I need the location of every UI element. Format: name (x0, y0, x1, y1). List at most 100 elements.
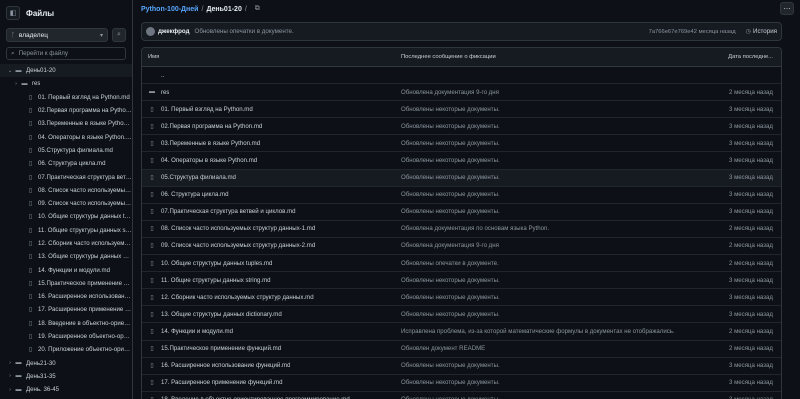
tree-file[interactable]: ▯ 20. Приложение объектно-ориентированног… (0, 343, 132, 356)
table-row[interactable]: ▯ 03.Переменные в языке Python.md Обновлен… (142, 135, 781, 153)
file-name-link[interactable]: 05.Структура филиала.md (161, 174, 236, 181)
file-name-link[interactable]: 11. Общие структуры данных string.md (161, 277, 271, 284)
commit-message-link[interactable]: Обновлены некоторые документы. (401, 123, 721, 130)
table-row[interactable]: ▯ 04. Операторы в языке Python.md Обновлен… (142, 152, 781, 170)
commit-message-link[interactable]: Обновлен документ README (401, 345, 721, 352)
tree-file[interactable]: ▯ 15.Практическое применение функций.md (0, 277, 132, 290)
table-row[interactable]: ▯ 09. Список часто используемых структур … (142, 238, 781, 256)
goto-file-input[interactable]: ⌕ Перейти к файлу (6, 47, 126, 60)
file-name-link[interactable]: 16. Расширенное использование функций.md (161, 362, 290, 369)
file-name-link[interactable]: 01. Первый взгляд на Python.md (161, 106, 253, 113)
table-row[interactable]: ▯ 07.Практическая структура ветвей и цикл… (142, 204, 781, 221)
column-header-message: Последнее сообщение о фиксации (401, 54, 496, 60)
chevron-icon[interactable]: › (6, 387, 14, 393)
tree-file[interactable]: ▯ 18. Введение в объектно-ориентированное… (0, 317, 132, 330)
tree-file[interactable]: ▯ 16. Расширенное использование функций.m… (0, 290, 132, 303)
tree-file[interactable]: ▯ 01. Первый взгляд на Python.md (0, 91, 132, 104)
copy-path-icon[interactable]: ⧉ (255, 5, 260, 13)
tree-file[interactable]: ▯ 03.Переменные в языке Python.md (0, 117, 132, 130)
file-name-link[interactable]: res (161, 89, 169, 96)
tree-file[interactable]: ▯ 06. Структура цикла.md (0, 157, 132, 170)
file-name-link[interactable]: 04. Операторы в языке Python.md (161, 157, 257, 164)
file-name-link[interactable]: 07.Практическая структура ветвей и цикло… (161, 208, 296, 215)
tree-file[interactable]: ▯ 14. Функции и модули.md (0, 263, 132, 276)
file-name-link[interactable]: 03.Переменные в языке Python.md (161, 140, 260, 147)
table-row[interactable]: ▯ 10. Общие структуры данных tuples.md Обн… (142, 255, 781, 273)
file-name-link[interactable]: 15.Практическое применение функций.md (161, 345, 281, 352)
file-name-link[interactable]: 06. Структура цикла.md (161, 191, 229, 198)
commit-message-link[interactable]: Обновлены некоторые документы. (401, 277, 721, 284)
table-row[interactable]: ▯ 06. Структура цикла.md Обновлены некотор… (142, 187, 781, 204)
commit-message-link[interactable]: Обновлена документация 9-го дня (401, 242, 721, 249)
table-row[interactable]: ▯ 12. Сборник часто используемых структур… (142, 289, 781, 307)
table-row[interactable]: ▯ 15.Практическое применение функций.md Об… (142, 341, 781, 358)
table-row[interactable]: ▯ 14. Функции и модули.md Исправлена пробл… (142, 323, 781, 341)
file-name-link[interactable]: 13. Общие структуры данных dictionary.md (161, 311, 282, 318)
tree-file[interactable]: ▯ 02.Первая программа на Python.md (0, 104, 132, 117)
file-name-link[interactable]: 02.Первая программа на Python.md (161, 123, 262, 130)
commit-message[interactable]: Обновлены опечатки в документе. (195, 28, 294, 35)
commit-message-link[interactable]: Обновлены некоторые документы. (401, 191, 721, 198)
tree-folder[interactable]: › ▬ День. 36-45 (0, 383, 132, 396)
table-row[interactable]: ▯ 13. Общие структуры данных dictionary.m… (142, 306, 781, 324)
commit-message-link[interactable]: Обновлена документация 9-го дня (401, 89, 721, 96)
commit-message-link[interactable]: Обновлены некоторые документы. (401, 208, 721, 215)
commit-message-link[interactable]: Обновлены некоторые документы. (401, 362, 721, 369)
commit-message-link[interactable]: Обновлены некоторые документы. (401, 379, 721, 386)
table-row[interactable]: ▯ 01. Первый взгляд на Python.md Обновлены… (142, 101, 781, 119)
table-row[interactable]: ▯ 16. Расширенное использование функций.m… (142, 358, 781, 375)
avatar[interactable] (146, 27, 155, 36)
table-row[interactable]: ▯18. Введение в объектно-ориентированное… (142, 392, 781, 399)
commit-message-link[interactable]: Исправлена проблема, из-за которой матем… (401, 328, 721, 335)
table-row[interactable]: .. (142, 67, 781, 85)
table-row[interactable]: ▯ 11. Общие структуры данных string.md Обн… (142, 272, 781, 290)
more-options-button[interactable]: ⋯ (780, 2, 794, 15)
file-name-link[interactable]: 09. Список часто используемых структур д… (161, 242, 315, 249)
tree-folder[interactable]: › ▬ День31-35 (0, 370, 132, 383)
tree-file[interactable]: ▯ 11. Общие структуры данных string.md (0, 224, 132, 237)
file-name-link[interactable]: 14. Функции и модули.md (161, 328, 233, 335)
tree-file[interactable]: ▯ 12. Сборник часто используемых структур… (0, 237, 132, 250)
tree-file[interactable]: ▯ 09. Список часто используемых структур … (0, 197, 132, 210)
history-button[interactable]: ◷ История (746, 28, 777, 35)
chevron-icon[interactable]: ⌄ (6, 68, 14, 74)
search-icon[interactable]: ⌕ (112, 28, 126, 42)
commit-message-link[interactable]: Обновлены некоторые документы. (401, 140, 721, 147)
commit-author[interactable]: джекфрод (158, 28, 190, 35)
table-row[interactable]: ▬ res Обновлена документация 9-го дня 2 мес… (142, 84, 781, 102)
chevron-icon[interactable]: › (6, 360, 14, 366)
file-name-link[interactable]: 12. Сборник часто используемых структур … (161, 294, 314, 301)
file-name-link[interactable]: 17. Расширенное применение функций.md (161, 379, 283, 386)
table-row[interactable]: ▯ 17. Расширенное применение функций.md Об… (142, 375, 781, 392)
tree-file[interactable]: ▯ 05.Структура филиала.md (0, 144, 132, 157)
commit-message-link[interactable]: Обновлены опечатки в документе. (401, 260, 721, 267)
tree-file[interactable]: ▯ 07.Практическая структура ветвей и цикл… (0, 170, 132, 183)
table-row[interactable]: ▯ 08. Список часто используемых структур … (142, 221, 781, 238)
tree-folder[interactable]: › ▬ День21-30 (0, 357, 132, 370)
tree-file[interactable]: ▯ 13. Общие структуры данных dictionary.m… (0, 250, 132, 263)
file-name-link[interactable]: .. (161, 72, 164, 79)
commit-message-link[interactable]: Обновлены некоторые документы. (401, 106, 721, 113)
breadcrumb-repo-link[interactable]: Python-100-Дней (141, 6, 198, 13)
chevron-icon[interactable]: › (6, 373, 14, 379)
collapse-sidebar-icon[interactable]: ◧ (6, 6, 20, 20)
commit-message-link[interactable]: Обновлены некоторые документы. (401, 174, 721, 181)
chevron-icon[interactable]: › (12, 81, 20, 87)
commit-message-link[interactable]: Обновлены некоторые документы. (401, 311, 721, 318)
file-name-link[interactable]: 08. Список часто используемых структур д… (161, 225, 315, 232)
tree-file[interactable]: ▯ 10. Общие структуры данных tuples.md (0, 210, 132, 223)
commit-message-link[interactable]: Обновлены некоторые документы. (401, 294, 721, 301)
tree-folder[interactable]: ⌄ ▬ День01-20 (0, 64, 132, 78)
table-row[interactable]: ▯ 05.Структура филиала.md Обновлены некото… (142, 169, 781, 187)
table-row[interactable]: ▯ 02.Первая программа на Python.md Обновле… (142, 118, 781, 136)
tree-file[interactable]: ▯ 04. Операторы в языке Python.md (0, 130, 132, 143)
commit-meta[interactable]: 7a766e67e769e42 месяца назад (649, 29, 736, 35)
tree-file[interactable]: ▯ 17. Расширенное применение функций.md (0, 303, 132, 316)
tree-file[interactable]: ▯ 08. Список часто используемых структур … (0, 184, 132, 197)
branch-selector[interactable]: ᚴ владелец ▾ (6, 28, 108, 42)
tree-folder[interactable]: › ▬ res (0, 77, 132, 90)
commit-message-link[interactable]: Обновлена документация по основам языка … (401, 225, 721, 232)
tree-file[interactable]: ▯ 19. Расширенное объектно-ориентированно… (0, 330, 132, 343)
commit-message-link[interactable]: Обновлены некоторые документы. (401, 157, 721, 164)
file-name-link[interactable]: 10. Общие структуры данных tuples.md (161, 260, 272, 267)
